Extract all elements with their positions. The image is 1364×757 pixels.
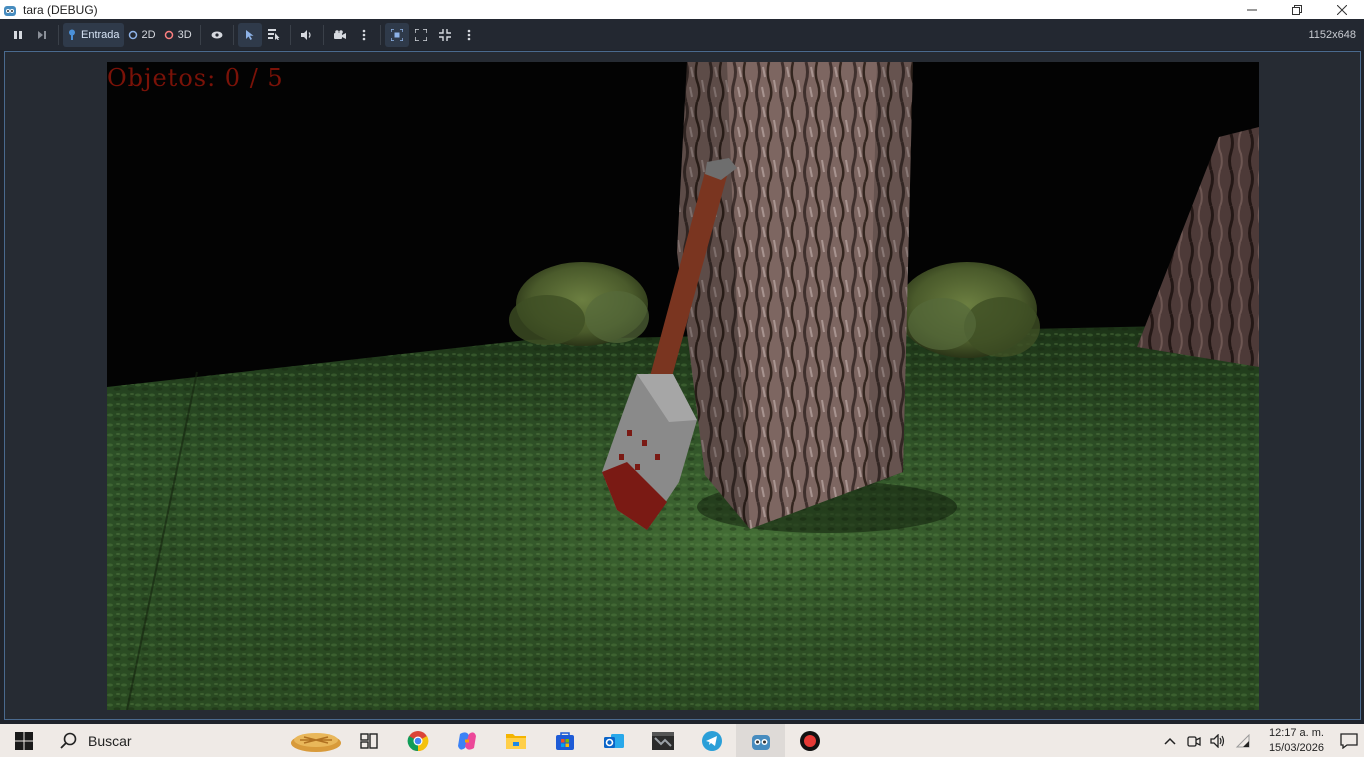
file-explorer-taskbar-button[interactable] xyxy=(491,724,540,757)
folder-icon xyxy=(505,733,526,749)
pause-button[interactable] xyxy=(6,23,30,47)
kebab-menu-icon xyxy=(362,29,365,40)
restore-button[interactable] xyxy=(1274,0,1319,19)
notification-icon xyxy=(1340,732,1358,749)
kebab-menu-icon xyxy=(467,29,470,40)
visibility-button[interactable] xyxy=(205,23,229,47)
godot-app-icon xyxy=(4,5,16,16)
pause-icon xyxy=(14,30,22,39)
camera-tray-icon xyxy=(1187,735,1201,747)
audio-button[interactable] xyxy=(295,23,319,47)
stretch-button[interactable] xyxy=(433,23,457,47)
notification-center-button[interactable] xyxy=(1334,724,1364,757)
windows-logo-icon xyxy=(15,731,33,750)
system-tray: 12:17 a. m. 15/03/2026 xyxy=(1158,724,1364,757)
separator xyxy=(232,24,234,45)
separator xyxy=(58,24,59,45)
outlook-taskbar-button[interactable] xyxy=(589,724,638,757)
chrome-icon xyxy=(407,730,428,751)
outlook-icon xyxy=(603,733,624,748)
next-frame-button[interactable] xyxy=(30,23,54,47)
microsoft-store-taskbar-button[interactable] xyxy=(540,724,589,757)
list-select-icon xyxy=(267,29,280,40)
hud-objects-counter: Objetos: 0 / 5 xyxy=(107,64,284,92)
copilot-icon xyxy=(457,731,476,750)
godot-taskbar-button[interactable] xyxy=(736,724,785,757)
window-title: tara (DEBUG) xyxy=(23,2,98,17)
wifi-icon xyxy=(1235,733,1250,747)
editor-taskbar-button[interactable] xyxy=(638,724,687,757)
3d-node-icon xyxy=(164,30,173,39)
show-hidden-icons-button[interactable] xyxy=(1158,724,1182,757)
task-view-button[interactable] xyxy=(344,724,393,757)
2d-node-icon xyxy=(128,30,137,39)
fixed-size-button[interactable] xyxy=(384,22,409,47)
eye-icon xyxy=(211,31,223,38)
separator xyxy=(289,24,291,45)
godot-icon xyxy=(751,734,770,750)
camera-override-button[interactable] xyxy=(328,23,352,47)
telegram-icon xyxy=(701,730,722,751)
separator xyxy=(322,24,324,45)
window-title-bar: tara (DEBUG) xyxy=(0,0,1364,19)
mode-3d-label: 3D xyxy=(177,28,192,41)
mode-2d-button[interactable]: 2D xyxy=(124,23,160,47)
cursor-arrow-icon xyxy=(245,29,254,40)
record-icon xyxy=(799,730,820,751)
separator xyxy=(199,24,201,45)
chevron-up-icon xyxy=(1164,737,1176,745)
taskbar-search[interactable]: Buscar xyxy=(48,724,280,757)
taskbar-clock[interactable]: 12:17 a. m. 15/03/2026 xyxy=(1254,726,1324,756)
minimize-button[interactable] xyxy=(1229,0,1274,19)
fullscreen-icon xyxy=(438,28,451,41)
close-button[interactable] xyxy=(1319,0,1364,19)
clock-date: 15/03/2026 xyxy=(1268,741,1324,754)
store-icon xyxy=(555,731,574,750)
meet-now-button[interactable] xyxy=(1182,724,1206,757)
restore-icon xyxy=(1291,4,1302,15)
task-view-icon xyxy=(359,732,378,749)
embed-options-button[interactable] xyxy=(457,23,481,47)
copilot-taskbar-button[interactable] xyxy=(442,724,491,757)
input-mode-label: Entrada xyxy=(81,28,120,41)
taskbar: Buscar 12:17 a. m. 15/03/2026 xyxy=(0,724,1364,757)
mode-2d-label: 2D xyxy=(141,28,156,41)
search-label: Buscar xyxy=(88,732,132,749)
resolution-label: 1152x648 xyxy=(1308,28,1356,41)
mode-3d-button[interactable]: 3D xyxy=(160,23,196,47)
select-tool-button[interactable] xyxy=(237,22,262,47)
keep-aspect-button[interactable] xyxy=(409,23,433,47)
search-highlight-pie-icon[interactable] xyxy=(288,724,344,757)
telegram-taskbar-button[interactable] xyxy=(687,724,736,757)
camera-options-button[interactable] xyxy=(352,23,376,47)
search-icon xyxy=(60,732,77,749)
start-button[interactable] xyxy=(0,724,48,757)
close-icon xyxy=(1336,4,1347,15)
volume-icon xyxy=(1210,733,1225,748)
list-select-button[interactable] xyxy=(262,23,286,47)
separator xyxy=(379,24,381,45)
next-frame-icon xyxy=(38,30,46,39)
game-scene xyxy=(107,62,1259,710)
game-viewport[interactable]: Objetos: 0 / 5 xyxy=(107,62,1259,710)
fit-frame-icon xyxy=(390,28,403,41)
volume-button[interactable] xyxy=(1206,724,1230,757)
chrome-taskbar-button[interactable] xyxy=(393,724,442,757)
expand-icon xyxy=(414,28,427,41)
game-toolbar: Entrada 2D 3D 1152x648 xyxy=(0,19,1364,50)
clock-time: 12:17 a. m. xyxy=(1268,726,1324,739)
clapper-icon xyxy=(651,731,674,750)
minimize-icon xyxy=(1246,9,1257,10)
input-mode-button[interactable]: Entrada xyxy=(63,22,124,47)
camera-icon xyxy=(333,29,346,39)
joystick-icon xyxy=(69,29,75,40)
speaker-icon xyxy=(300,29,311,40)
recorder-taskbar-button[interactable] xyxy=(785,724,834,757)
network-button[interactable] xyxy=(1230,724,1254,757)
